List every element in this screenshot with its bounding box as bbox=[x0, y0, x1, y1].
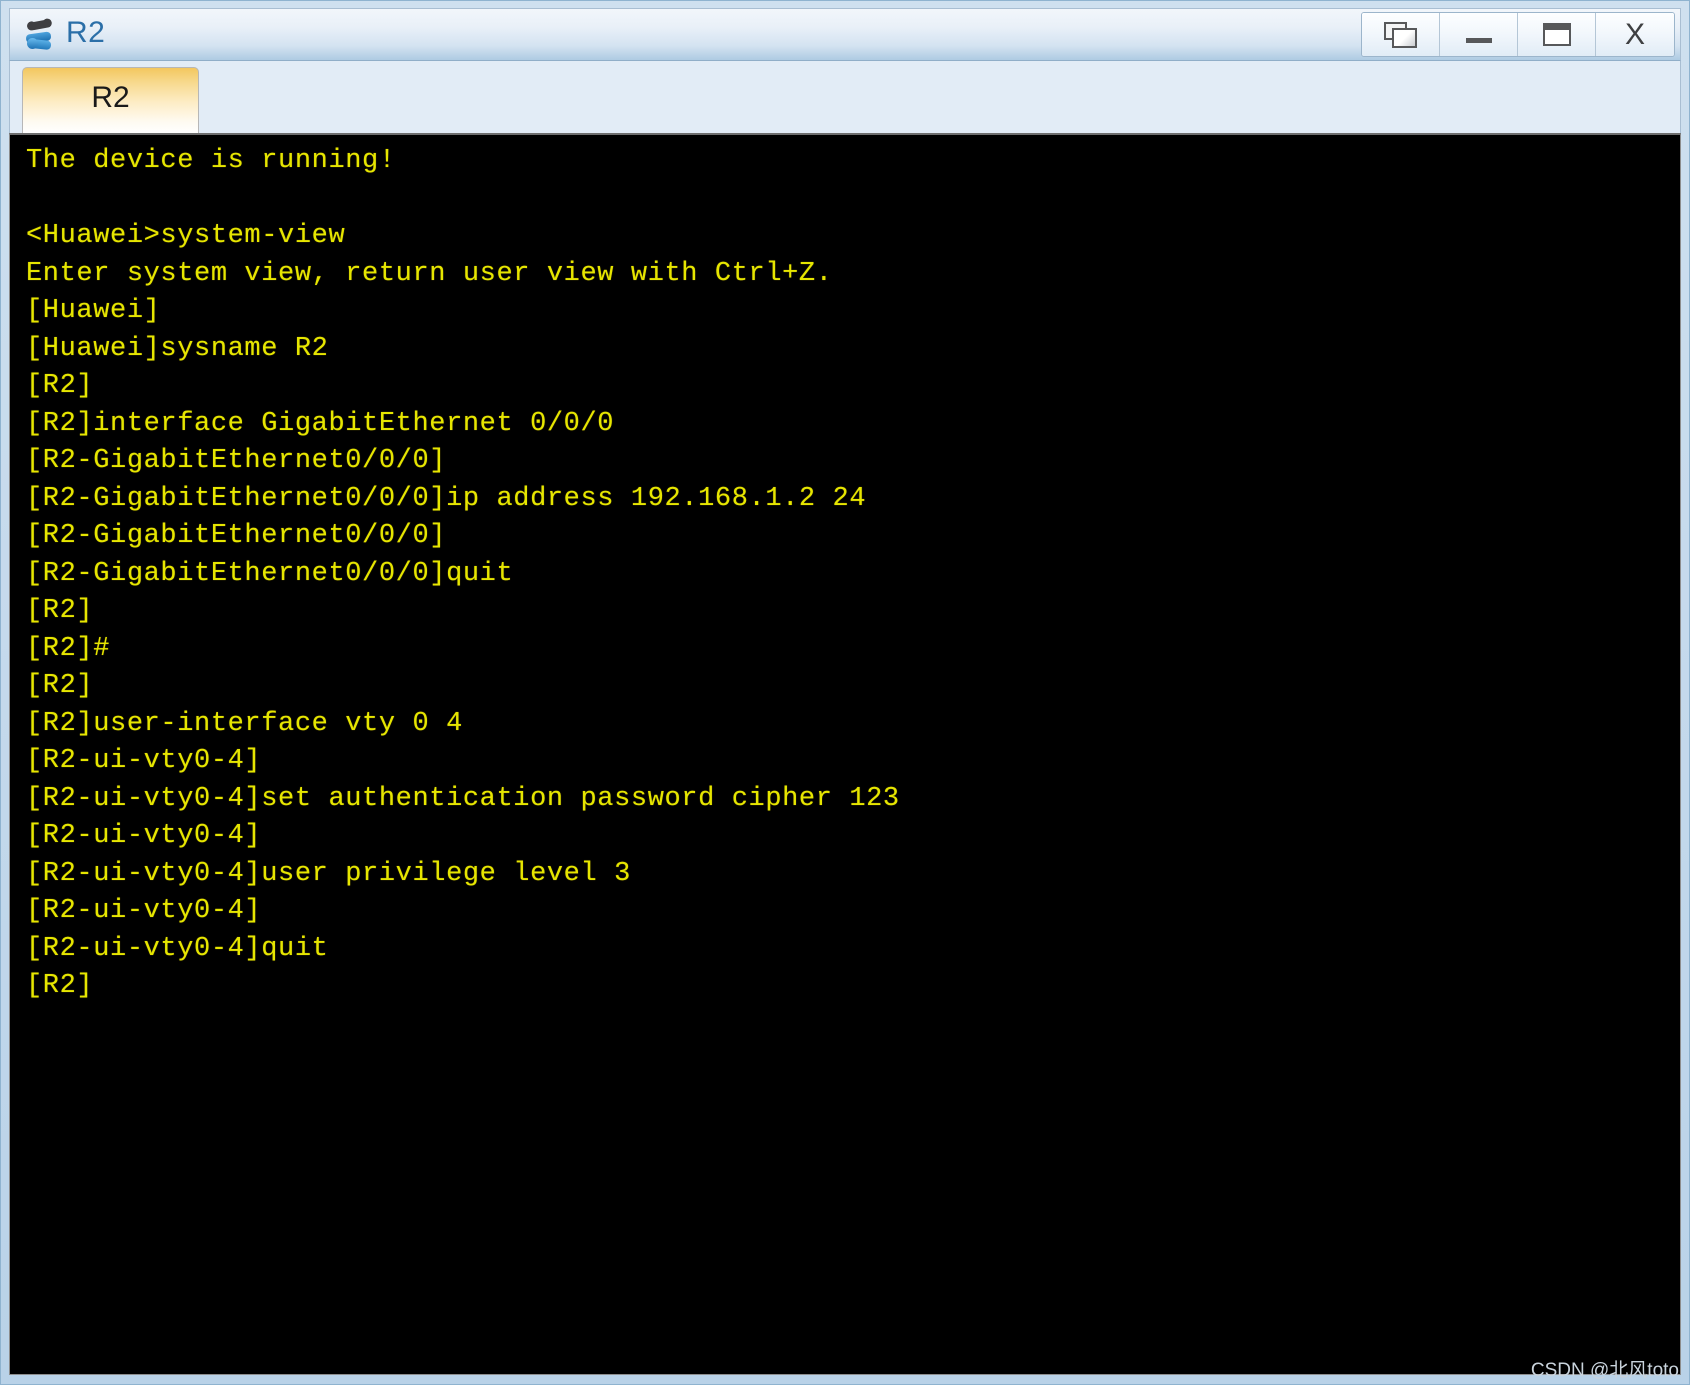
title-bar-left: R2 bbox=[23, 18, 105, 52]
terminal-line: [R2-GigabitEthernet0/0/0]quit bbox=[26, 558, 514, 589]
title-bar: R2 X bbox=[9, 8, 1681, 61]
terminal-output[interactable]: The device is running! <Huawei>system-vi… bbox=[10, 135, 1680, 1006]
minimize-icon bbox=[1465, 38, 1492, 43]
terminal-line: [R2] bbox=[26, 371, 94, 401]
terminal-line: <Huawei>system-view bbox=[26, 221, 346, 251]
terminal-panel[interactable]: The device is running! <Huawei>system-vi… bbox=[9, 133, 1681, 1375]
tab-label: R2 bbox=[91, 80, 130, 114]
minimize-button[interactable] bbox=[1440, 13, 1518, 56]
terminal-line: Enter system view, return user view with… bbox=[26, 258, 833, 289]
maximize-button[interactable] bbox=[1518, 13, 1596, 56]
terminal-line: [R2-ui-vty0-4]quit bbox=[26, 933, 329, 964]
terminal-line: [R2]# bbox=[26, 633, 111, 664]
terminal-line: [R2] bbox=[26, 671, 94, 701]
terminal-line: The device is running! bbox=[26, 146, 396, 176]
terminal-line: [R2-ui-vty0-4]set authentication passwor… bbox=[26, 783, 900, 814]
tab-r2[interactable]: R2 bbox=[22, 67, 199, 133]
terminal-line: [Huawei]sysname R2 bbox=[26, 333, 329, 364]
terminal-line: [R2]user-interface vty 0 4 bbox=[26, 708, 463, 739]
window-controls: X bbox=[1361, 12, 1675, 57]
terminal-line: [R2-ui-vty0-4] bbox=[26, 896, 262, 926]
restore-windows-icon bbox=[1383, 21, 1418, 48]
terminal-line: [R2-ui-vty0-4] bbox=[26, 746, 262, 776]
terminal-line: [R2-GigabitEthernet0/0/0] bbox=[26, 521, 447, 551]
tab-strip: R2 bbox=[9, 61, 1681, 133]
terminal-line: [R2-ui-vty0-4] bbox=[26, 821, 262, 851]
terminal-line: [R2] bbox=[26, 971, 94, 1001]
restore-button[interactable] bbox=[1362, 13, 1440, 56]
terminal-line: [R2-ui-vty0-4]user privilege level 3 bbox=[26, 858, 631, 889]
close-icon: X bbox=[1624, 17, 1645, 51]
app-window: R2 X R2 The device is running! <Huawei>s… bbox=[0, 0, 1690, 1385]
window-title: R2 bbox=[66, 16, 106, 49]
terminal-line: [R2-GigabitEthernet0/0/0] bbox=[26, 446, 447, 476]
terminal-line: [R2] bbox=[26, 596, 94, 626]
terminal-line: [R2]interface GigabitEthernet 0/0/0 bbox=[26, 408, 615, 439]
terminal-line: [Huawei] bbox=[26, 296, 161, 326]
terminal-line: [R2-GigabitEthernet0/0/0]ip address 192.… bbox=[26, 483, 867, 514]
router-icon bbox=[23, 18, 57, 52]
close-button[interactable]: X bbox=[1596, 13, 1674, 56]
maximize-icon bbox=[1542, 23, 1571, 46]
